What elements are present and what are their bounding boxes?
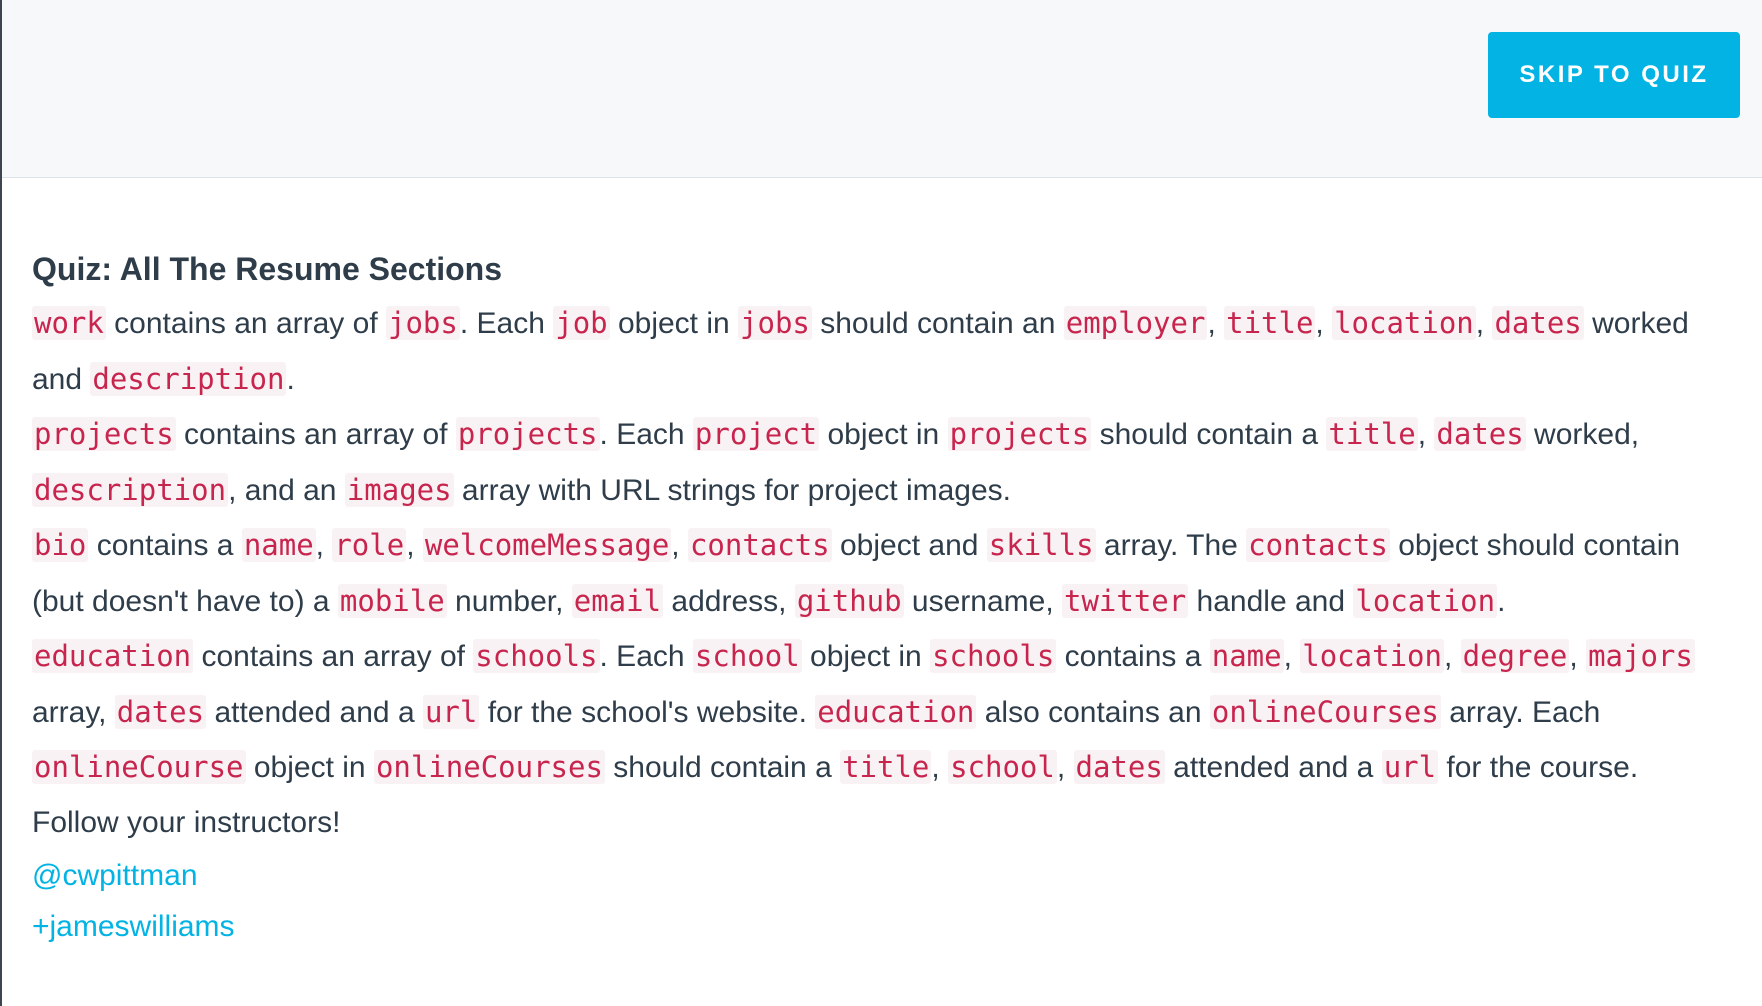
code-term: url — [1381, 750, 1439, 784]
code-term: dates — [1492, 306, 1584, 340]
code-term: contacts — [687, 528, 832, 562]
code-term: mobile — [337, 583, 447, 618]
code-term: school — [692, 639, 802, 673]
code-term: majors — [1586, 639, 1695, 673]
code-term: url — [422, 694, 480, 729]
code-term: name — [241, 528, 316, 562]
code-term: location — [1353, 583, 1498, 618]
code-term: location — [1300, 639, 1444, 673]
code-term: title — [1224, 306, 1316, 340]
code-term: dates — [1434, 417, 1526, 451]
quiz-content: Quiz: All The Resume Sections work conta… — [32, 242, 1732, 952]
code-term: jobs — [738, 306, 812, 340]
code-term: title — [840, 750, 932, 784]
code-term: education — [32, 639, 194, 673]
education-paragraph: education contains an array of schools. … — [32, 639, 1695, 784]
instructor-link-jameswilliams[interactable]: +jameswilliams — [32, 901, 1732, 952]
code-term: onlineCourses — [1209, 694, 1441, 729]
code-term: education — [815, 694, 977, 729]
code-term: projects — [455, 417, 600, 451]
code-term: skills — [986, 528, 1096, 562]
code-term: work — [32, 306, 106, 340]
code-term: onlineCourse — [32, 750, 246, 784]
code-term: dates — [1073, 750, 1165, 784]
code-term: bio — [32, 528, 89, 562]
skip-to-quiz-button[interactable]: SKIP TO QUIZ — [1488, 32, 1740, 118]
code-term: welcomeMessage — [422, 528, 672, 562]
code-term: onlineCourses — [373, 750, 605, 784]
follow-instructors-text: Follow your instructors! — [32, 805, 341, 839]
code-term: images — [344, 472, 454, 507]
code-term: email — [571, 583, 664, 618]
code-term: projects — [947, 417, 1092, 451]
quiz-title: Quiz: All The Resume Sections — [32, 251, 503, 287]
instructor-link-cwpittman[interactable]: @cwpittman — [32, 850, 1732, 901]
code-term: employer — [1063, 306, 1208, 340]
code-term: name — [1209, 639, 1284, 673]
code-term: degree — [1460, 639, 1570, 673]
code-term: job — [553, 306, 610, 340]
code-term: schools — [473, 639, 600, 673]
header-bar: SKIP TO QUIZ — [2, 0, 1762, 178]
code-term: title — [1326, 417, 1418, 451]
code-term: twitter — [1062, 583, 1189, 618]
code-term: school — [948, 750, 1057, 784]
code-term: schools — [930, 639, 1057, 673]
code-term: location — [1332, 306, 1476, 340]
code-term: project — [692, 417, 820, 451]
code-term: projects — [32, 417, 176, 451]
code-term: dates — [114, 694, 207, 729]
code-term: description — [90, 361, 287, 396]
work-paragraph: work contains an array of jobs. Each job… — [32, 306, 1689, 396]
code-term: role — [332, 528, 407, 562]
bio-paragraph: bio contains a name, role, welcomeMessag… — [32, 528, 1681, 618]
code-term: description — [32, 472, 229, 507]
code-term: jobs — [386, 306, 460, 340]
code-term: github — [794, 583, 904, 618]
code-term: contacts — [1246, 528, 1390, 562]
projects-paragraph: projects contains an array of projects. … — [32, 417, 1640, 507]
